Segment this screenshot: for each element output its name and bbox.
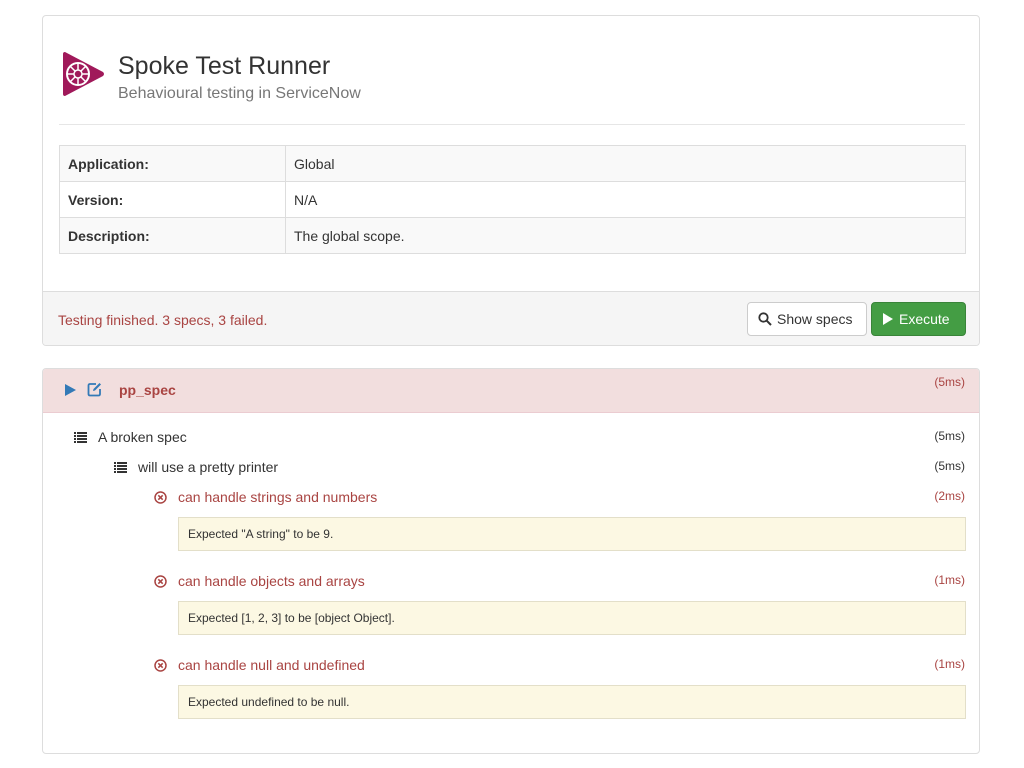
list-icon [114, 462, 127, 473]
failed-icon [154, 491, 167, 504]
info-key: Application: [59, 145, 286, 182]
suite-label: A broken spec [98, 429, 187, 445]
suite-row: A broken spec (5ms) [43, 429, 979, 451]
subsuite-label: will use a pretty printer [138, 459, 279, 475]
info-value: Global [285, 145, 966, 182]
results-panel: pp_spec (5ms) A broken spec (5ms) will u… [42, 368, 980, 754]
execute-label: Execute [899, 311, 950, 327]
spoke-logo-icon [63, 52, 104, 96]
play-icon [883, 313, 893, 325]
page-title: Spoke Test Runner [118, 52, 331, 80]
info-key: Version: [59, 181, 286, 218]
page-subtitle: Behavioural testing in ServiceNow [118, 85, 361, 102]
failed-icon [154, 575, 167, 588]
table-row: Version: N/A [59, 181, 966, 218]
test-duration: (1ms) [934, 657, 965, 671]
subsuite-duration: (5ms) [934, 459, 965, 473]
test-label: can handle null and undefined [178, 657, 365, 673]
edit-icon[interactable] [87, 382, 102, 397]
test-label: can handle strings and numbers [178, 489, 378, 505]
test-label: can handle objects and arrays [178, 573, 365, 589]
failed-icon [154, 659, 167, 672]
run-spec-icon[interactable] [65, 383, 76, 397]
failure-message: Expected undefined to be null. [178, 685, 966, 719]
subsuite-row: will use a pretty printer (5ms) [43, 459, 979, 481]
suite-duration: (5ms) [934, 429, 965, 443]
show-specs-label: Show specs [777, 311, 853, 327]
spec-name: pp_spec [119, 382, 176, 398]
execute-button[interactable]: Execute [871, 302, 966, 336]
test-status: Testing finished. 3 specs, 3 failed. [58, 312, 268, 328]
test-row: can handle strings and numbers (2ms) [43, 489, 979, 511]
runner-panel: Spoke Test Runner Behavioural testing in… [42, 15, 980, 346]
table-row: Description: The global scope. [59, 217, 966, 254]
page-header: Spoke Test Runner Behavioural testing in… [59, 50, 965, 125]
failure-message: Expected [1, 2, 3] to be [object Object]… [178, 601, 966, 635]
info-key: Description: [59, 217, 286, 254]
panel-footer: Testing finished. 3 specs, 3 failed. Sho… [43, 291, 979, 345]
list-icon [74, 432, 87, 443]
test-duration: (2ms) [934, 489, 965, 503]
table-row: Application: Global [59, 145, 966, 182]
spec-duration: (5ms) [934, 375, 965, 389]
show-specs-button[interactable]: Show specs [747, 302, 867, 336]
test-duration: (1ms) [934, 573, 965, 587]
test-row: can handle objects and arrays (1ms) [43, 573, 979, 595]
info-value: N/A [285, 181, 966, 218]
info-value: The global scope. [285, 217, 966, 254]
spec-header: pp_spec (5ms) [43, 369, 979, 413]
search-icon [758, 312, 772, 326]
app-info-table: Application: Global Version: N/A Descrip… [59, 145, 966, 254]
failure-message: Expected "A string" to be 9. [178, 517, 966, 551]
test-row: can handle null and undefined (1ms) [43, 657, 979, 679]
